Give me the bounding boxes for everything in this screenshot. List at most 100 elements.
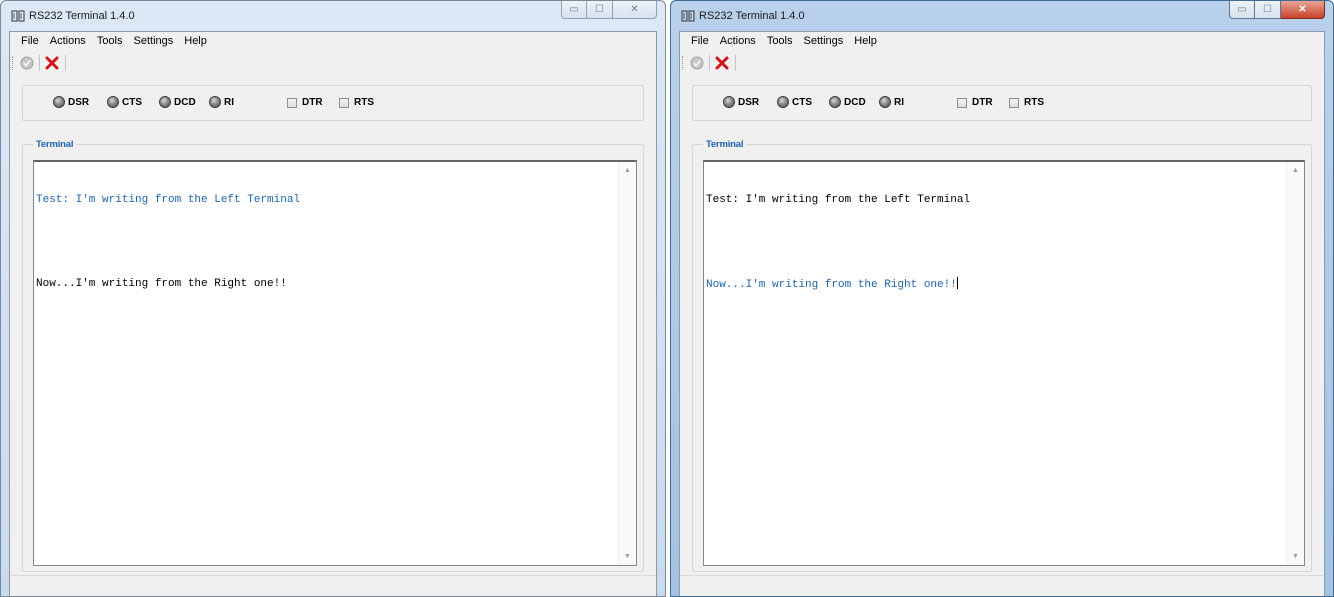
dtr-checkbox[interactable]: DTR [287,97,323,108]
serial-port-icon [681,10,695,22]
cts-label: CTS [792,96,812,108]
dcd-label: DCD [844,96,866,108]
signal-cts: CTS [777,96,812,108]
toolbar [680,50,1324,76]
disconnect-button[interactable] [43,54,61,72]
toolbar-grip[interactable] [12,56,15,70]
toolbar-separator [709,55,710,71]
check-circle-icon [690,56,704,70]
maximize-icon: ☐ [1263,4,1272,15]
checkbox-box[interactable] [957,97,967,108]
scroll-down-icon[interactable]: ▼ [619,548,636,565]
cts-led-icon [777,96,789,108]
scroll-down-icon[interactable]: ▼ [1287,548,1304,565]
terminal-line: Now...I'm writing from the Right one!! [36,278,287,290]
client-area: File Actions Tools Settings Help DSR CTS… [9,31,657,596]
minimize-icon: ▭ [1237,4,1247,15]
dsr-label: DSR [738,96,760,108]
signal-ri: RI [209,96,234,108]
rts-checkbox[interactable]: RTS [1009,97,1044,108]
menu-bar: File Actions Tools Settings Help [10,32,656,50]
terminal-window-left[interactable]: RS232 Terminal 1.4.0 ▭ ☐ ✕ File Actions … [0,0,666,597]
signal-ri: RI [879,96,904,108]
vertical-scrollbar[interactable]: ▲ ▼ [618,162,636,565]
signal-lines-group: DSR CTS DCD RI DTR RTS [692,85,1312,121]
scroll-up-icon[interactable]: ▲ [1287,162,1304,179]
checkbox-box[interactable] [287,97,297,108]
scroll-up-icon[interactable]: ▲ [619,162,636,179]
rts-label: RTS [1024,97,1044,108]
title-bar[interactable]: RS232 Terminal 1.4.0 ▭ ☐ ✕ [1,1,665,31]
close-icon: ✕ [1298,4,1307,15]
signal-dsr: DSR [723,96,759,108]
terminal-group-title: Terminal [33,139,77,150]
dsr-label: DSR [68,96,90,108]
cts-label: CTS [122,96,142,108]
menu-settings[interactable]: Settings [129,32,180,50]
terminal-group: Terminal Test: I'm writing from the Left… [22,139,644,572]
status-bar [10,575,656,596]
dcd-label: DCD [174,96,196,108]
title-bar[interactable]: RS232 Terminal 1.4.0 ▭ ☐ ✕ [671,1,1333,31]
menu-file[interactable]: File [16,32,45,50]
terminal-textarea[interactable]: Test: I'm writing from the Left Terminal… [703,160,1305,566]
dcd-led-icon [829,96,841,108]
minimize-button[interactable]: ▭ [1229,1,1255,19]
rts-label: RTS [354,97,374,108]
text-cursor [956,277,958,289]
vertical-scrollbar[interactable]: ▲ ▼ [1286,162,1304,565]
connect-button[interactable] [18,54,36,72]
close-button[interactable]: ✕ [613,1,657,19]
terminal-group-title: Terminal [703,139,747,150]
menu-actions[interactable]: Actions [45,32,92,50]
menu-help[interactable]: Help [849,32,883,50]
dtr-checkbox[interactable]: DTR [957,97,993,108]
red-x-icon [715,56,729,70]
minimize-icon: ▭ [569,4,579,15]
terminal-textarea[interactable]: Test: I'm writing from the Left Terminal… [33,160,637,566]
signal-dcd: DCD [159,96,196,108]
terminal-line: Test: I'm writing from the Left Terminal [36,194,301,206]
window-title: RS232 Terminal 1.4.0 [29,10,135,22]
checkbox-box[interactable] [1009,97,1019,108]
red-x-icon [45,56,59,70]
minimize-button[interactable]: ▭ [561,1,587,19]
ri-led-icon [879,96,891,108]
menu-file[interactable]: File [686,32,715,50]
toolbar-separator [39,55,40,71]
menu-help[interactable]: Help [179,32,213,50]
disconnect-button[interactable] [713,54,731,72]
dsr-led-icon [723,96,735,108]
terminal-window-right[interactable]: RS232 Terminal 1.4.0 ▭ ☐ ✕ File Actions … [670,0,1334,597]
checkbox-box[interactable] [339,97,349,108]
toolbar-grip[interactable] [682,56,685,70]
toolbar-separator [735,55,736,71]
status-bar [680,575,1324,596]
menu-settings[interactable]: Settings [799,32,850,50]
close-icon: ✕ [630,4,639,15]
menu-tools[interactable]: Tools [762,32,799,50]
terminal-line-with-cursor: Now...I'm writing from the Right one!! [706,277,1286,291]
signal-dcd: DCD [829,96,866,108]
terminal-group: Terminal Test: I'm writing from the Left… [692,139,1312,572]
client-area: File Actions Tools Settings Help DSR CTS… [679,31,1325,596]
maximize-icon: ☐ [595,4,604,15]
connect-button[interactable] [688,54,706,72]
toolbar-separator [65,55,66,71]
menu-actions[interactable]: Actions [715,32,762,50]
maximize-button[interactable]: ☐ [587,1,613,19]
signal-cts: CTS [107,96,142,108]
rts-checkbox[interactable]: RTS [339,97,374,108]
dtr-label: DTR [972,97,993,108]
toolbar [10,50,656,76]
ri-label: RI [224,96,234,108]
dsr-led-icon [53,96,65,108]
maximize-button[interactable]: ☐ [1255,1,1281,19]
dtr-label: DTR [302,97,323,108]
cts-led-icon [107,96,119,108]
menu-tools[interactable]: Tools [92,32,129,50]
close-button[interactable]: ✕ [1281,1,1325,19]
window-title: RS232 Terminal 1.4.0 [699,10,805,22]
serial-port-icon [11,10,25,22]
ri-label: RI [894,96,904,108]
